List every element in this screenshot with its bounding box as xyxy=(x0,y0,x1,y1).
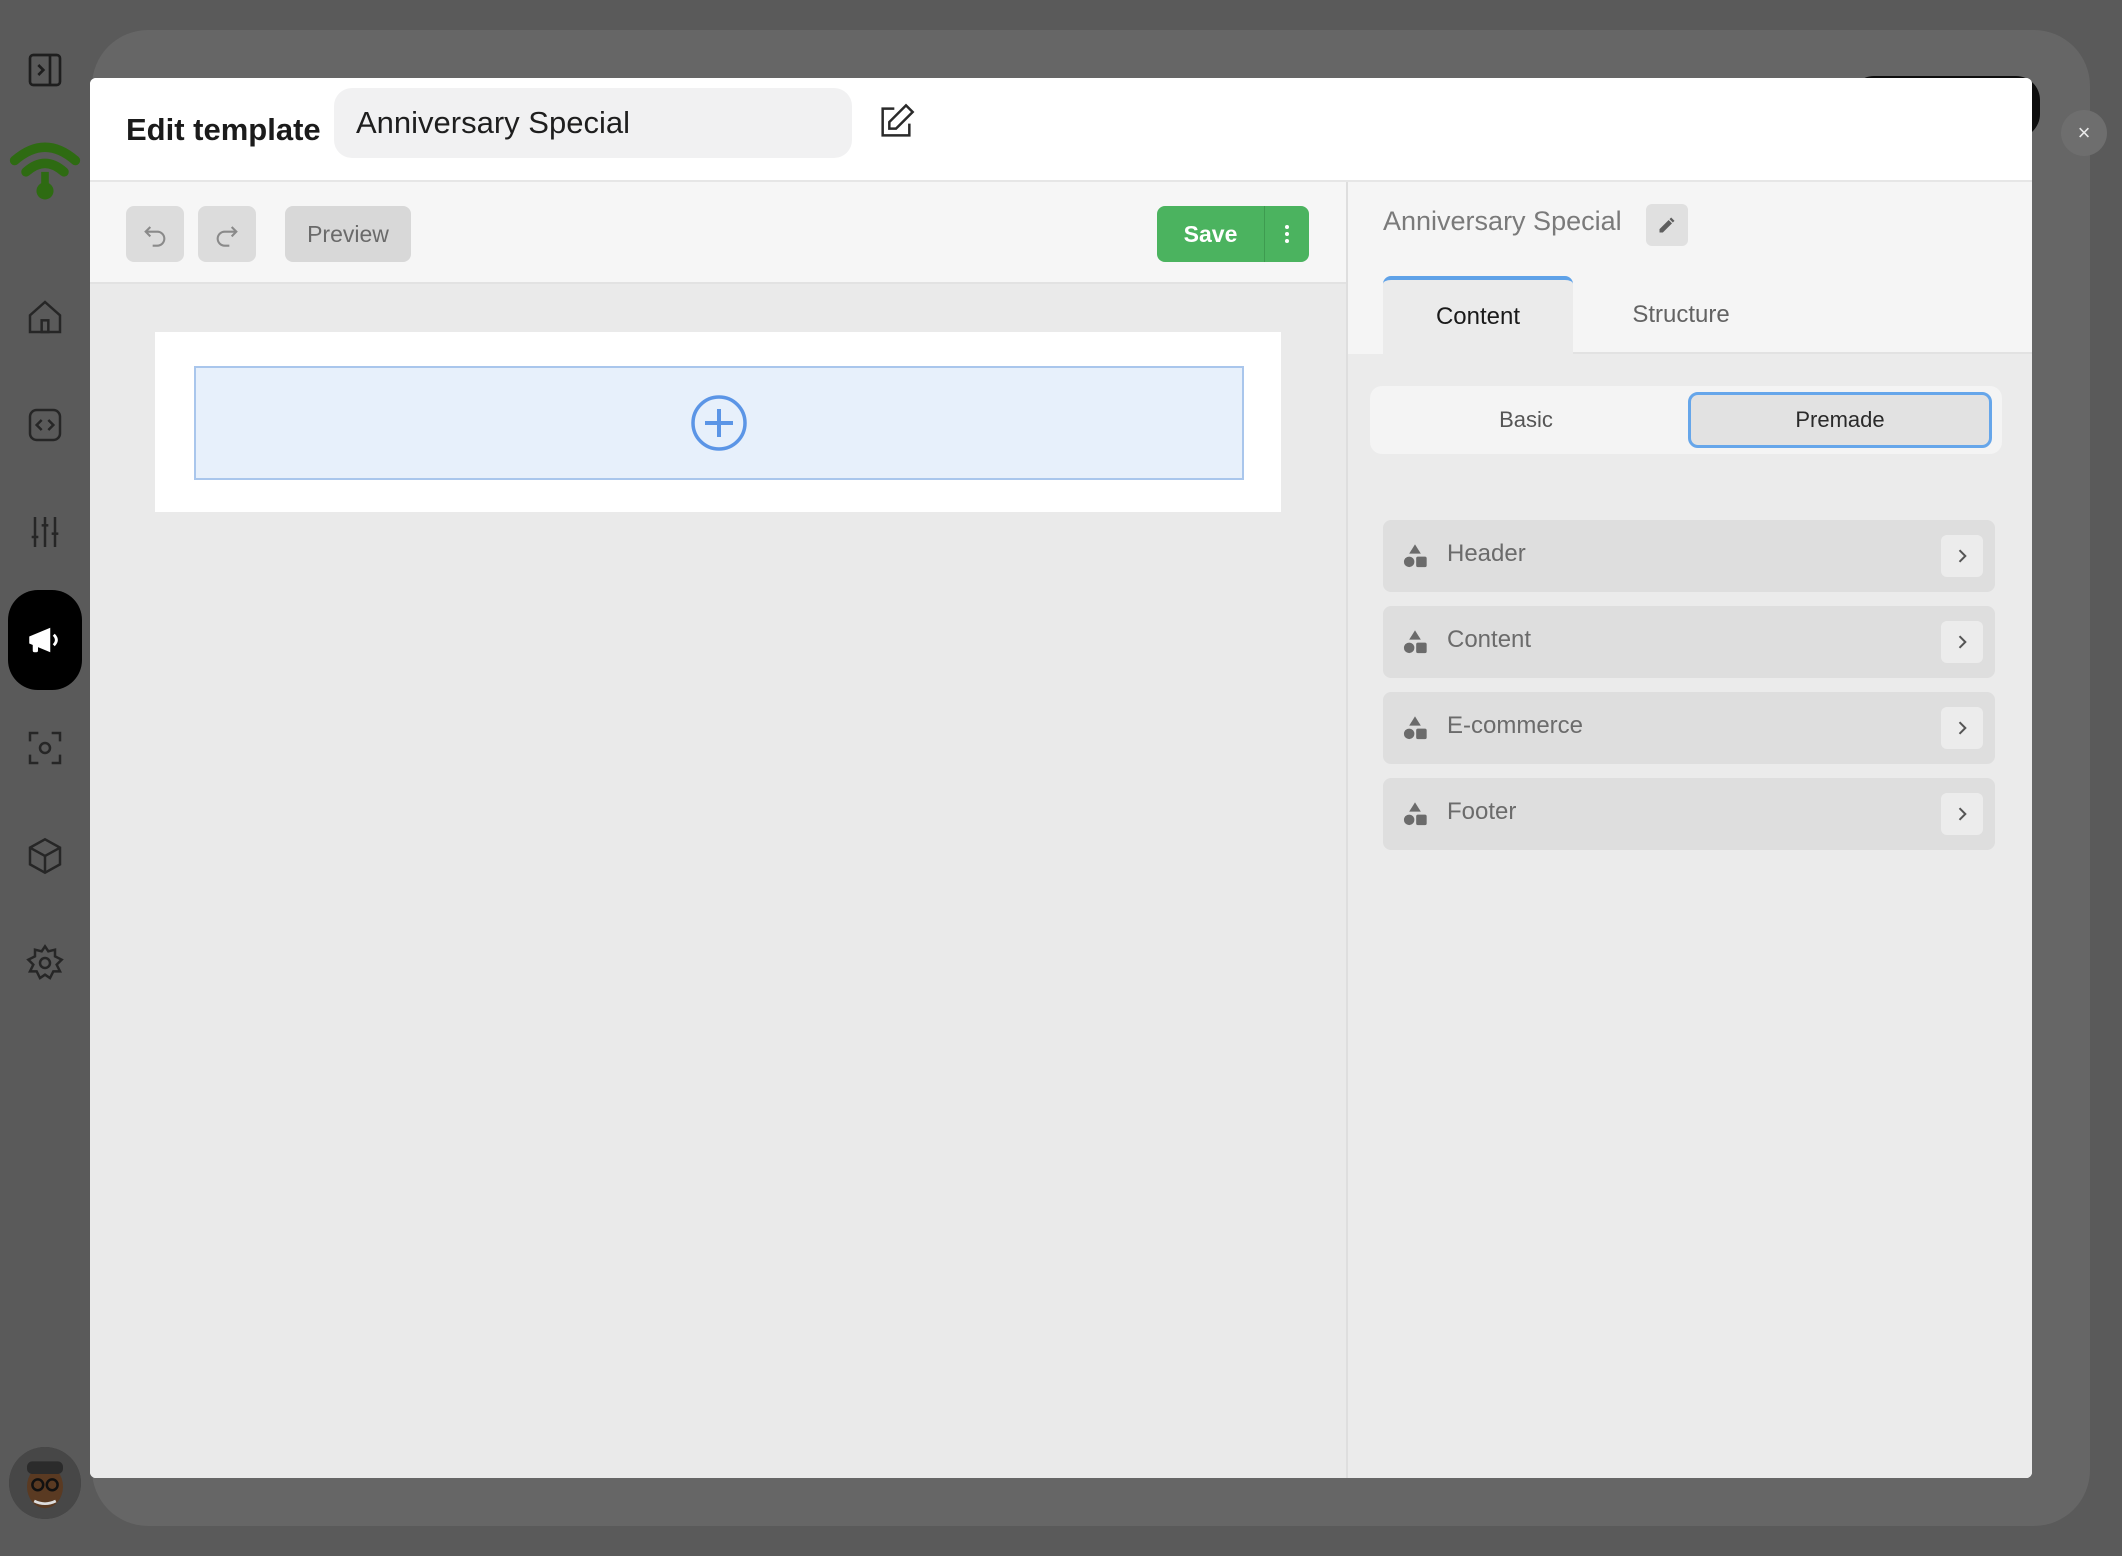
shapes-icon xyxy=(1403,716,1427,740)
more-options-button[interactable] xyxy=(1264,206,1309,262)
megaphone-icon[interactable] xyxy=(8,590,82,690)
close-icon[interactable]: × xyxy=(2061,110,2107,156)
undo-icon xyxy=(144,226,166,247)
code-icon[interactable] xyxy=(17,397,73,453)
preview-button[interactable]: Preview xyxy=(285,206,411,262)
chevron-right-icon xyxy=(1941,707,1983,749)
add-circle-icon[interactable] xyxy=(689,393,749,453)
scan-icon[interactable] xyxy=(17,720,73,776)
add-block-dropzone[interactable] xyxy=(194,366,1244,480)
redo-icon xyxy=(216,226,238,247)
edit-template-modal: Edit template Preview Save xyxy=(90,78,2032,1478)
category-header[interactable]: Header xyxy=(1383,520,1995,592)
category-ecommerce[interactable]: E-commerce xyxy=(1383,692,1995,764)
save-button[interactable]: Save xyxy=(1157,206,1264,262)
undo-button[interactable] xyxy=(126,206,184,262)
chevron-right-icon xyxy=(1941,621,1983,663)
app-sidebar xyxy=(0,0,90,1556)
edit-name-icon[interactable] xyxy=(874,100,918,144)
category-footer[interactable]: Footer xyxy=(1383,778,1995,850)
gear-icon[interactable] xyxy=(17,935,73,991)
tabs-divider xyxy=(1573,352,2032,354)
save-button-group: Save xyxy=(1157,206,1309,262)
kebab-icon xyxy=(1285,225,1289,243)
pencil-icon xyxy=(1659,217,1675,233)
tab-structure[interactable]: Structure xyxy=(1591,276,1771,354)
panel-title: Anniversary Special xyxy=(1383,206,1622,236)
category-label: E-commerce xyxy=(1447,712,1584,739)
home-icon[interactable] xyxy=(17,289,73,345)
segment-basic[interactable]: Basic xyxy=(1374,392,1678,448)
avatar[interactable] xyxy=(9,1447,81,1519)
tab-content[interactable]: Content xyxy=(1383,276,1573,354)
panel-edit-button[interactable] xyxy=(1646,204,1688,246)
category-content[interactable]: Content xyxy=(1383,606,1995,678)
category-label: Header xyxy=(1447,540,1526,567)
redo-button[interactable] xyxy=(198,206,256,262)
properties-panel: Anniversary Special Content Structure Ba… xyxy=(1348,182,2032,1478)
shapes-icon xyxy=(1403,544,1427,568)
template-canvas xyxy=(155,332,1281,512)
chevron-right-icon xyxy=(1941,793,1983,835)
shapes-icon xyxy=(1403,802,1427,826)
editor-toolbar: Preview Save xyxy=(90,182,1346,284)
panel-toggle-icon[interactable] xyxy=(17,42,73,98)
chevron-right-icon xyxy=(1941,535,1983,577)
sliders-icon[interactable] xyxy=(17,504,73,560)
template-name-input[interactable] xyxy=(334,88,852,158)
block-type-segment: Basic Premade xyxy=(1370,386,2002,454)
cube-icon[interactable] xyxy=(17,828,73,884)
segment-premade[interactable]: Premade xyxy=(1688,392,1992,448)
shapes-icon xyxy=(1403,630,1427,654)
editor-pane: Preview Save xyxy=(90,182,1348,1478)
wifi-logo-icon xyxy=(5,135,85,205)
category-label: Content xyxy=(1447,626,1532,653)
modal-header: Edit template xyxy=(90,78,2032,182)
category-label: Footer xyxy=(1447,798,1517,825)
modal-title: Edit template xyxy=(126,112,321,147)
